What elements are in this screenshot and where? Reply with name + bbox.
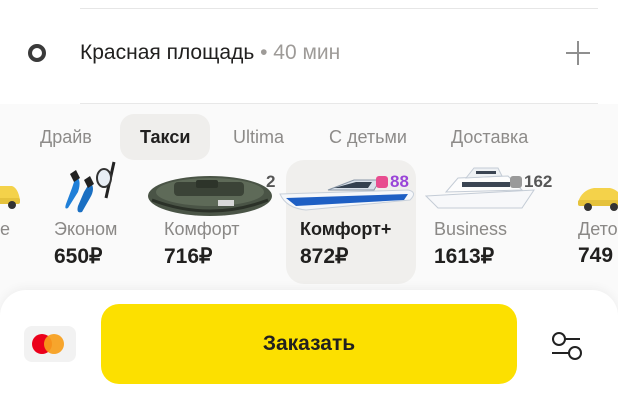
- destination-field[interactable]: Красная площадь • 40 мин: [80, 40, 340, 66]
- tariff-price: 650₽: [54, 245, 103, 268]
- loyalty-icon: [510, 176, 522, 188]
- slider-knob: [552, 332, 566, 346]
- tariff-name: Дето: [578, 219, 618, 239]
- tariff-badge-value: 88: [390, 172, 409, 191]
- tariff-price: 749: [578, 244, 614, 267]
- tariff-price: 872₽: [300, 245, 349, 268]
- tariff-card-comfort-plus[interactable]: 88 Комфорт+ 872₽: [279, 160, 416, 284]
- tariff-name: е: [0, 219, 11, 239]
- mastercard-orange-circle: [44, 334, 64, 354]
- tariff-name: Комфорт: [164, 219, 240, 239]
- tariff-price: 716₽: [164, 245, 213, 268]
- tariff-name: Эконом: [54, 219, 118, 239]
- tariff-name: Business: [434, 219, 508, 239]
- tariff-price: 1613₽: [434, 245, 495, 268]
- slider-knob: [568, 346, 582, 360]
- tariff-badge-value: 162: [524, 172, 553, 191]
- tariff-badge: 162: [510, 172, 552, 192]
- taxi-car-icon: [0, 186, 20, 209]
- top-divider: [80, 8, 598, 9]
- settings-sliders-icon[interactable]: [548, 330, 586, 360]
- tariff-badge: 88: [376, 172, 409, 192]
- order-button[interactable]: Заказать: [101, 304, 517, 384]
- tariff-card-partial-right[interactable]: Дето 749: [566, 160, 618, 284]
- tariff-badge: 2: [266, 172, 276, 191]
- snorkel-flippers-image: [65, 161, 116, 213]
- taxi-car-icon: [578, 188, 618, 211]
- tab-ultima[interactable]: Ultima: [233, 114, 284, 160]
- tariff-card-business[interactable]: 162 Business 1613₽: [420, 160, 560, 284]
- destination-name: Красная площадь: [80, 41, 255, 64]
- tariff-card-partial-left[interactable]: е: [0, 160, 30, 284]
- tab-drive[interactable]: Драйв: [40, 114, 92, 160]
- tariff-name: Комфорт+: [300, 219, 392, 239]
- tab-delivery[interactable]: Доставка: [451, 114, 528, 160]
- route-card: Красная площадь • 40 мин: [0, 0, 618, 104]
- tab-with-kids[interactable]: С детьми: [329, 114, 407, 160]
- route-separator: •: [254, 41, 274, 64]
- route-divider: [80, 103, 598, 104]
- tariff-card-economy[interactable]: Эконом 650₽: [40, 160, 138, 284]
- inflatable-boat-image: [148, 176, 272, 216]
- mastercard-icon[interactable]: [24, 326, 76, 362]
- tariff-category-tabs: Драйв Такси Ultima С детьми Доставка: [0, 114, 618, 160]
- tab-taxi[interactable]: Такси: [120, 114, 211, 160]
- order-panel: Заказать: [0, 290, 618, 414]
- loyalty-icon: [376, 176, 388, 188]
- tariff-card-comfort[interactable]: 2 Комфорт 716₽: [148, 160, 280, 284]
- destination-point-icon: [28, 44, 46, 62]
- plus-icon[interactable]: [563, 38, 593, 68]
- route-eta: 40 мин: [273, 41, 341, 64]
- tariff-carousel: е Эконом 650₽ 2 Комфорт 716₽ 88 Комфорт+…: [0, 160, 618, 284]
